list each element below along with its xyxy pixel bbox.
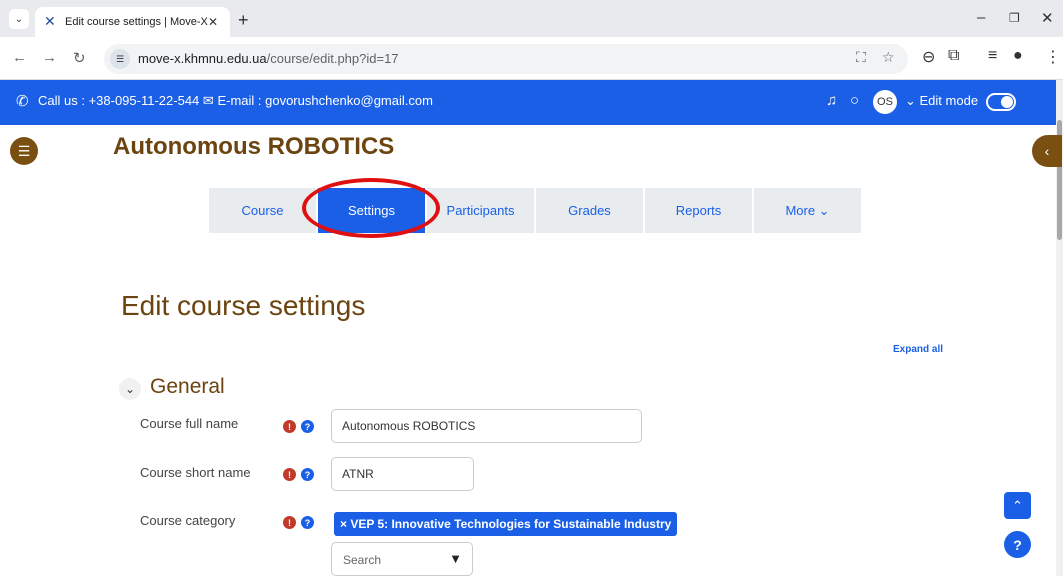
help-icon[interactable]: ? — [301, 420, 314, 433]
fullname-label: Course full name — [140, 416, 239, 431]
help-icon[interactable]: ? — [301, 516, 314, 529]
extensions-icon[interactable]: ⧉ — [948, 47, 959, 65]
course-fullname-input[interactable] — [331, 409, 642, 443]
course-shortname-input[interactable] — [331, 457, 474, 491]
help-icon[interactable]: ? — [301, 468, 314, 481]
forward-icon[interactable]: → — [42, 49, 57, 66]
new-tab-icon[interactable]: + — [238, 10, 249, 31]
reload-icon[interactable]: ↻ — [73, 49, 86, 67]
tab-settings[interactable]: Settings — [318, 188, 425, 233]
edit-mode-label: ⌄ Edit mode — [905, 93, 979, 108]
tab-more[interactable]: More ⌄ — [754, 188, 861, 233]
browser-menu-icon[interactable]: ⋮ — [1045, 47, 1061, 67]
url-text: move-x.khmnu.edu.ua/course/edit.php?id=1… — [138, 51, 399, 66]
messages-icon[interactable]: ○ — [850, 92, 859, 109]
site-topbar: ✆ Call us : +38-095-11-22-544 ✉ E-mail :… — [0, 80, 1056, 125]
expand-all-link[interactable]: Expand all — [893, 344, 943, 355]
reading-list-icon[interactable]: ≡ — [988, 47, 997, 65]
block-drawer-toggle[interactable]: ‹ — [1032, 135, 1062, 167]
course-title: Autonomous ROBOTICS — [113, 133, 395, 160]
back-to-top-button[interactable]: ⌃ — [1004, 492, 1031, 519]
chevron-down-icon[interactable]: ⌄ — [119, 378, 141, 400]
edit-mode-text: Edit mode — [919, 93, 979, 108]
question-icon: ? — [1013, 536, 1022, 553]
minimize-icon[interactable]: – — [977, 9, 985, 26]
contact-phone: Call us : +38-095-11-22-544 ✉ E-mail : g… — [38, 93, 433, 109]
list-icon: ☰ — [17, 142, 31, 159]
user-avatar[interactable]: OS — [873, 90, 897, 114]
browser-toolbar: ← → ↻ ☰ move-x.khmnu.edu.ua/course/edit.… — [0, 37, 1063, 80]
search-placeholder: Search — [343, 553, 382, 567]
site-favicon-icon: ✕ — [44, 14, 56, 30]
category-selection-chip[interactable]: × VEP 5: Innovative Technologies for Sus… — [334, 512, 678, 536]
page-title: Edit course settings — [121, 290, 366, 321]
tab-reports[interactable]: Reports — [645, 188, 752, 233]
tab-grades[interactable]: Grades — [536, 188, 643, 233]
secondary-navigation: Course Settings Participants Grades Repo… — [209, 188, 863, 233]
address-bar[interactable]: ☰ move-x.khmnu.edu.ua/course/edit.php?id… — [104, 44, 908, 74]
browser-tabstrip: ⌄ ✕ Edit course settings | Move-X ✕ + – … — [0, 0, 1063, 37]
phone-text: Call us : +38-095-11-22-544 — [38, 93, 200, 108]
toggle-knob — [1001, 96, 1013, 108]
help-footer-button[interactable]: ? — [1004, 531, 1031, 558]
tab-participants[interactable]: Participants — [427, 188, 534, 233]
browser-tab[interactable]: ✕ Edit course settings | Move-X ✕ — [35, 7, 230, 37]
required-icon: ! — [283, 468, 296, 481]
bookmark-star-icon[interactable]: ☆ — [882, 49, 895, 66]
tab-search-icon[interactable]: ⌄ — [9, 9, 29, 29]
back-icon[interactable]: ← — [12, 49, 27, 66]
section-title-general[interactable]: General — [150, 375, 225, 399]
edit-mode-toggle[interactable] — [986, 93, 1016, 111]
mail-icon: ✉ — [202, 93, 214, 108]
required-icon: ! — [283, 516, 296, 529]
category-label: Course category — [140, 513, 236, 528]
course-index-drawer-toggle[interactable]: ☰ — [10, 137, 38, 165]
close-window-icon[interactable]: ✕ — [1041, 9, 1054, 27]
chevron-up-icon: ⌃ — [1012, 497, 1023, 513]
profile-avatar-icon[interactable]: ● — [1013, 47, 1023, 65]
tab-course[interactable]: Course — [209, 188, 316, 233]
notifications-bell-icon[interactable]: ♫ — [826, 92, 837, 109]
tab-close-icon[interactable]: ✕ — [208, 15, 218, 29]
restore-icon[interactable]: ❐ — [1009, 11, 1020, 25]
url-host: move-x.khmnu.edu.ua — [138, 51, 267, 66]
category-search-select[interactable]: Search ▼ — [331, 542, 473, 576]
chevron-left-icon: ‹ — [1044, 143, 1050, 159]
adblock-icon[interactable]: ⊖ — [922, 47, 935, 67]
site-info-icon[interactable]: ☰ — [110, 49, 130, 69]
required-icon: ! — [283, 420, 296, 433]
url-path: /course/edit.php?id=17 — [266, 51, 399, 66]
dropdown-arrow-icon: ▼ — [449, 551, 462, 566]
shortname-label: Course short name — [140, 465, 251, 480]
phone-icon: ✆ — [16, 93, 29, 110]
translate-icon[interactable]: ⛶ — [856, 49, 866, 66]
tab-title: Edit course settings | Move-X — [65, 16, 208, 28]
email-text: E-mail : govorushchenko@gmail.com — [217, 93, 433, 108]
